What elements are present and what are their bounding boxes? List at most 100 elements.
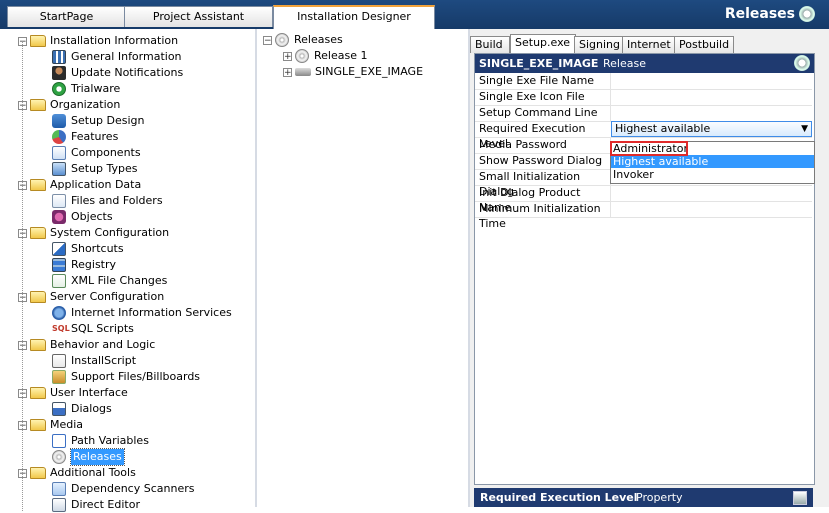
tab-internet[interactable]: Internet xyxy=(622,36,678,53)
tree-label: User Interface xyxy=(50,386,128,399)
tree-item[interactable]: Support Files/Billboards xyxy=(52,369,200,385)
obj-icon xyxy=(52,210,66,224)
option-invoker[interactable]: Invoker xyxy=(611,168,814,181)
release-tree-item[interactable]: − Releases xyxy=(263,32,343,48)
cd-icon xyxy=(275,33,289,47)
help-title: Required Execution Level xyxy=(480,491,638,504)
tree-item[interactable]: Internet Information Services xyxy=(52,305,232,321)
tree-group[interactable]: − Organization xyxy=(18,97,120,113)
property-value[interactable] xyxy=(610,73,813,89)
tree-item[interactable]: Releases xyxy=(52,448,125,466)
tree-item[interactable]: Setup Design xyxy=(52,113,145,129)
tab-setup-exe[interactable]: Setup.exe xyxy=(510,34,576,54)
release-type: Release xyxy=(603,57,646,70)
tree-item[interactable]: XML File Changes xyxy=(52,273,167,289)
tab-postbuild[interactable]: Postbuild xyxy=(674,36,734,53)
view-list-tree[interactable]: − Installation Information General Informa… xyxy=(0,29,256,512)
property-row[interactable]: Setup Command Line xyxy=(475,105,812,122)
release-tree-label: Releases xyxy=(294,33,343,46)
releases-gear-icon[interactable] xyxy=(799,6,815,22)
tree-item[interactable]: Components xyxy=(52,145,141,161)
property-row[interactable]: Minimum Initialization Time xyxy=(475,201,813,230)
property-name: Media Password xyxy=(479,138,567,151)
property-value[interactable] xyxy=(610,105,813,121)
grid-settings-icon[interactable] xyxy=(794,55,810,71)
tree-item[interactable]: Shortcuts xyxy=(52,241,124,257)
help-expand-icon[interactable] xyxy=(793,491,807,505)
tree-item[interactable]: Dialogs xyxy=(52,401,112,417)
tree-item[interactable]: InstallScript xyxy=(52,353,136,369)
release-tree-label: SINGLE_EXE_IMAGE xyxy=(315,65,424,78)
view-title: Releases xyxy=(725,6,815,22)
property-row[interactable]: Required Execution Level Highest availabl… xyxy=(475,121,812,150)
execution-level-combobox[interactable]: Highest available ▼ xyxy=(611,121,812,137)
help-bar: Required Execution Level Property xyxy=(474,488,813,507)
short-icon xyxy=(52,242,66,256)
property-value[interactable] xyxy=(610,185,813,201)
tab-build[interactable]: Build xyxy=(470,36,510,53)
comp-icon xyxy=(52,146,66,160)
grid-icon xyxy=(52,50,66,64)
expand-toggle-icon[interactable]: + xyxy=(283,67,292,77)
property-row[interactable]: Single Exe File Name xyxy=(475,73,812,90)
tab-project-assistant[interactable]: Project Assistant xyxy=(124,6,273,27)
release-tree-item[interactable]: + SINGLE_EXE_IMAGE xyxy=(283,64,423,80)
tree-item[interactable]: Update Notifications xyxy=(52,65,183,81)
tree-label: Trialware xyxy=(71,82,121,95)
tree-item[interactable]: Files and Folders xyxy=(52,193,163,209)
property-row[interactable]: Init Dialog Product Name xyxy=(475,185,813,214)
option-highest-available[interactable]: Highest available xyxy=(611,155,814,168)
property-value[interactable] xyxy=(610,89,813,105)
tree-item[interactable]: SQL SQL Scripts xyxy=(52,321,134,337)
tree-item[interactable]: Trialware xyxy=(52,81,120,97)
tree-item[interactable]: Dependency Scanners xyxy=(52,481,194,497)
chevron-down-icon[interactable]: ▼ xyxy=(801,122,808,136)
tree-group[interactable]: − Installation Information xyxy=(18,33,178,49)
tree-label: Media xyxy=(50,418,84,431)
tree-group[interactable]: − Additional Tools xyxy=(18,465,136,481)
tab-signing[interactable]: Signing xyxy=(574,36,626,53)
tree-label: General Information xyxy=(71,50,182,63)
tree-item[interactable]: Setup Types xyxy=(52,161,138,177)
tree-label: Components xyxy=(71,146,141,159)
property-value[interactable] xyxy=(610,201,813,217)
tree-group[interactable]: − System Configuration xyxy=(18,225,169,241)
tree-item[interactable]: Registry xyxy=(52,257,116,273)
tree-item[interactable]: General Information xyxy=(52,49,182,65)
property-name: Minimum Initialization Time xyxy=(479,202,601,230)
iis-icon xyxy=(52,306,66,320)
tree-item[interactable]: Objects xyxy=(52,209,113,225)
folder-icon xyxy=(30,387,46,399)
sql-icon: SQL xyxy=(52,322,70,336)
folder-icon xyxy=(30,35,46,47)
tab-startpage[interactable]: StartPage xyxy=(7,6,126,27)
tree-label: Dialogs xyxy=(71,402,112,415)
releases-tree[interactable]: − Releases + Release 1 + SINGLE_EXE_IMAGE xyxy=(257,29,470,507)
tree-label: Organization xyxy=(50,98,121,111)
collapse-toggle-icon[interactable]: − xyxy=(263,35,272,45)
expand-toggle-icon[interactable]: + xyxy=(283,51,292,61)
tree-label: Server Configuration xyxy=(50,290,165,303)
tree-label: Installation Information xyxy=(50,34,179,47)
execution-level-dropdown[interactable]: Administrator Highest available Invoker xyxy=(610,141,815,184)
tree-label: System Configuration xyxy=(50,226,170,239)
tab-installation-designer[interactable]: Installation Designer xyxy=(273,5,435,30)
tree-group[interactable]: − Media xyxy=(18,417,83,433)
tree-item[interactable]: Features xyxy=(52,129,118,145)
property-row[interactable]: Single Exe Icon File xyxy=(475,89,812,106)
tree-group[interactable]: − User Interface xyxy=(18,385,128,401)
setup-icon xyxy=(52,114,66,128)
tree-group[interactable]: − Application Data xyxy=(18,177,141,193)
tree-item[interactable]: Direct Editor xyxy=(52,497,140,513)
dialog-icon xyxy=(52,402,66,416)
option-administrator[interactable]: Administrator xyxy=(610,141,688,156)
property-name: Setup Command Line xyxy=(479,106,598,119)
tree-label: Internet Information Services xyxy=(71,306,232,319)
combobox-value: Highest available xyxy=(615,122,711,135)
tree-item[interactable]: Path Variables xyxy=(52,433,149,449)
tree-label: Objects xyxy=(71,210,113,223)
help-kind: Property xyxy=(636,491,683,504)
tree-group[interactable]: − Behavior and Logic xyxy=(18,337,155,353)
tree-group[interactable]: − Server Configuration xyxy=(18,289,164,305)
release-tree-item[interactable]: + Release 1 xyxy=(283,48,367,64)
